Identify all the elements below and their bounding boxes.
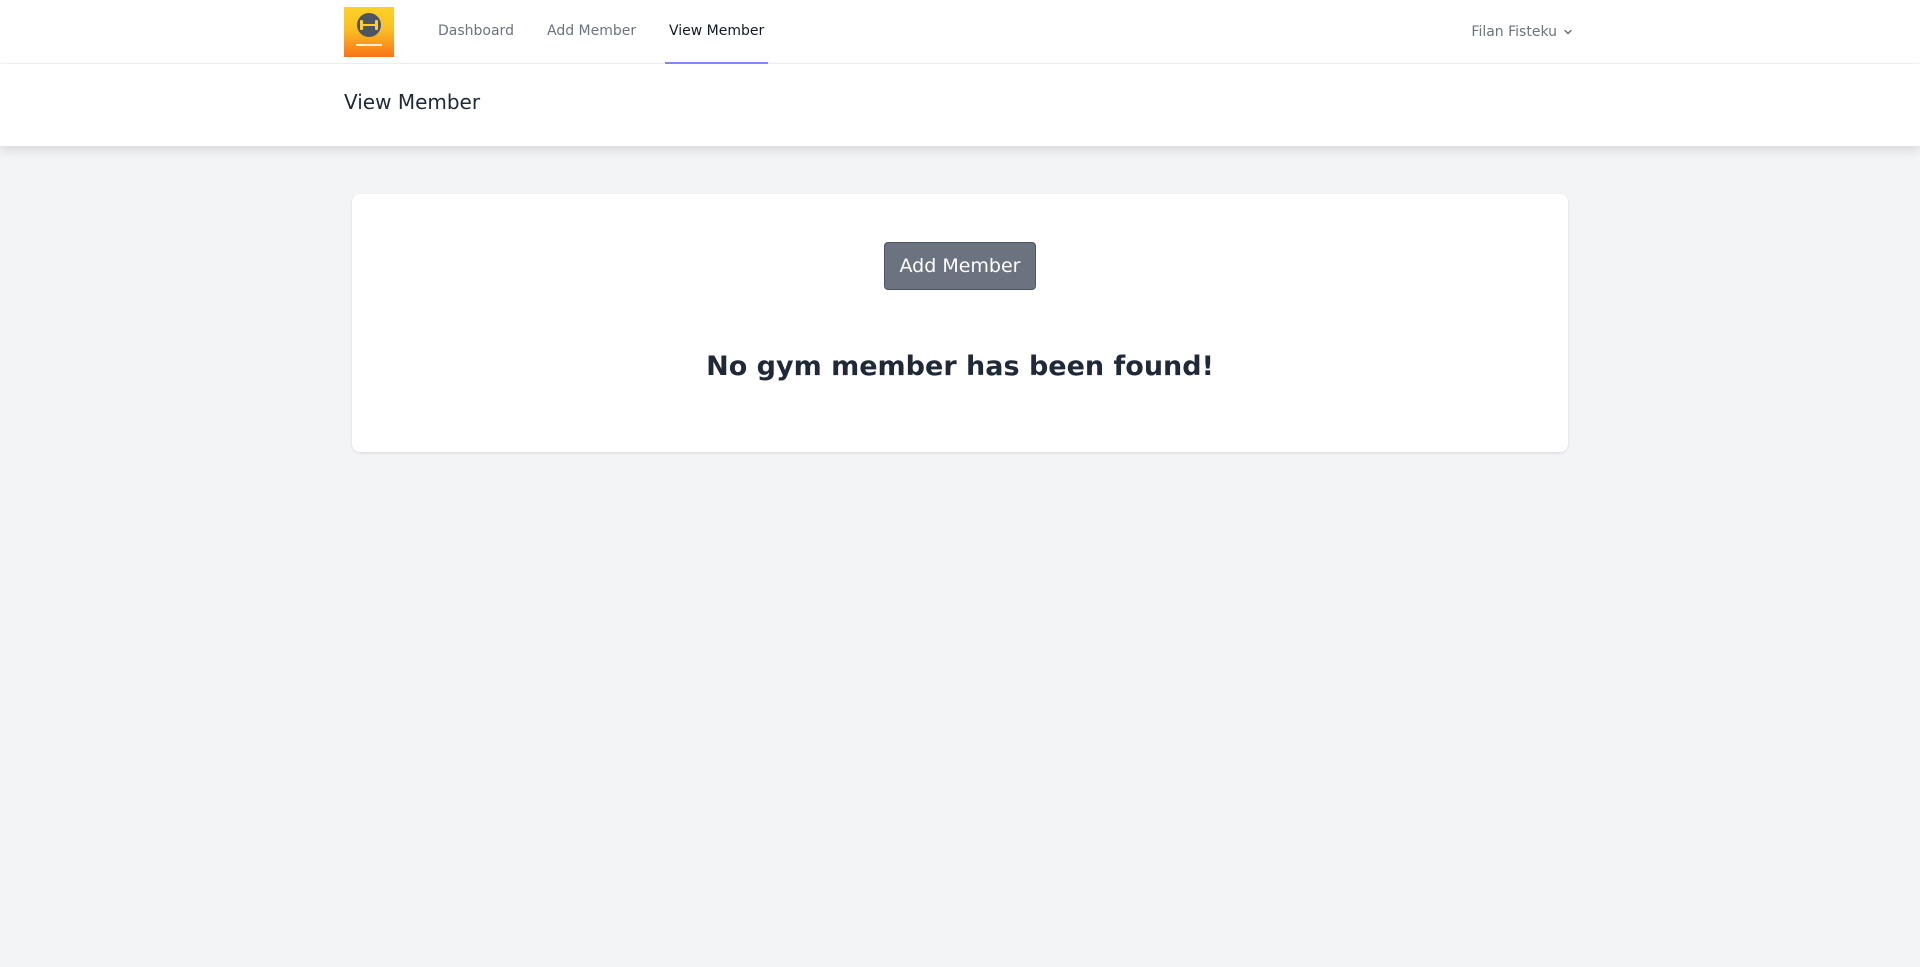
nav-link-dashboard[interactable]: Dashboard <box>438 0 514 64</box>
members-card: Add Member No gym member has been found! <box>352 194 1568 452</box>
app-logo[interactable] <box>344 7 394 57</box>
user-menu-dropdown[interactable]: Filan Fisteku <box>1471 0 1574 64</box>
chevron-down-icon <box>1564 29 1572 35</box>
dumbbell-icon <box>356 13 382 46</box>
empty-state-message: No gym member has been found! <box>706 351 1214 382</box>
user-name: Filan Fisteku <box>1471 24 1557 40</box>
nav-link-add-member[interactable]: Add Member <box>547 0 636 64</box>
add-member-button[interactable]: Add Member <box>884 242 1036 290</box>
nav-link-view-member[interactable]: View Member <box>665 0 769 64</box>
top-navigation: Dashboard Add Member View Member Filan F… <box>0 0 1920 64</box>
page-title: View Member <box>344 90 481 114</box>
page-header: View Member <box>0 64 1920 146</box>
